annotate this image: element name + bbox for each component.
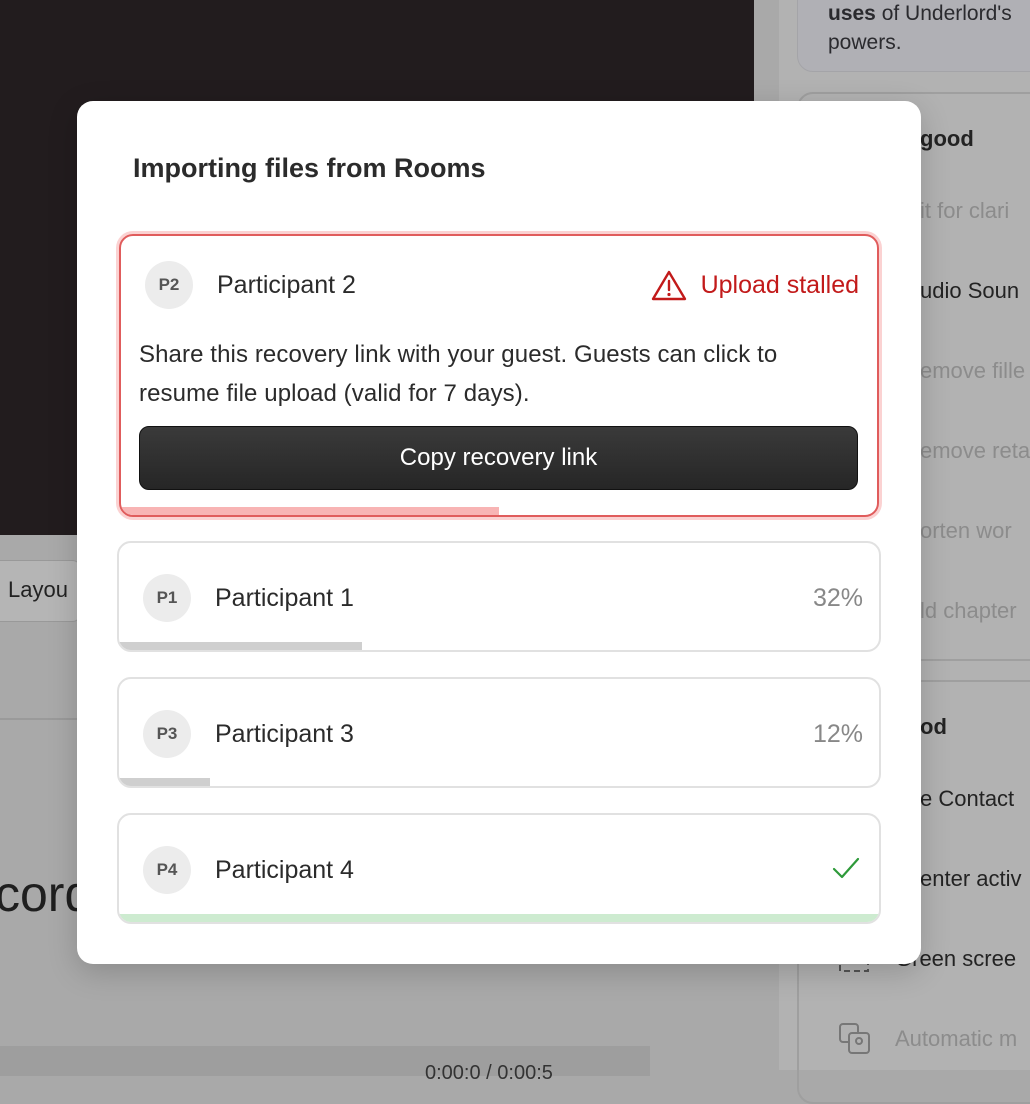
participant-name: Participant 2 [217, 271, 356, 299]
tool-item[interactable]: emove reta [920, 438, 1030, 464]
participant-avatar: P4 [143, 846, 191, 894]
checkmark-icon [832, 857, 860, 879]
participant-name: Participant 3 [215, 720, 354, 748]
upload-progress-bar [119, 778, 211, 786]
participant-avatar: P1 [143, 574, 191, 622]
tool-item[interactable]: enter activ [920, 866, 1022, 892]
underlord-tip-card: uses of Underlord's powers. [797, 0, 1030, 72]
participant-name: Participant 1 [215, 584, 354, 612]
participant-avatar: P2 [145, 261, 193, 309]
participant-card-stalled: P2 Participant 2 Upload stalled Share th… [119, 234, 879, 517]
import-files-modal: Importing files from Rooms P2 Participan… [77, 101, 921, 964]
participant-card-complete: P4 Participant 4 [117, 813, 881, 924]
status-text: Upload stalled [700, 270, 859, 299]
section-heading-1: good [920, 126, 974, 151]
tool-item[interactable]: orten wor [920, 518, 1012, 544]
participant-avatar: P3 [143, 710, 191, 758]
warning-icon [651, 270, 686, 301]
upload-progress-bar [119, 642, 363, 650]
upload-percent: 32% [812, 584, 863, 612]
automatic-multicam-icon [839, 1023, 870, 1054]
participant-name: Participant 4 [215, 856, 354, 884]
tool-item[interactable]: e Contact [920, 786, 1014, 812]
tool-item[interactable]: Automatic m [895, 1026, 1017, 1052]
layout-button-label: Layou [8, 577, 68, 602]
section-heading-2: od [920, 714, 947, 739]
upload-progress-bar [121, 507, 499, 515]
tool-item[interactable]: it for clari [920, 198, 1009, 224]
tip-text: uses of Underlord's powers. [828, 2, 1012, 54]
tool-item[interactable]: udio Soun [920, 278, 1019, 304]
upload-percent: 12% [812, 720, 863, 748]
copy-recovery-link-button[interactable]: Copy recovery link [139, 426, 858, 490]
modal-title: Importing files from Rooms [133, 153, 486, 183]
upload-progress-bar [119, 914, 879, 922]
upload-status: Upload stalled [651, 269, 859, 301]
tool-item[interactable]: ld chapter [920, 598, 1017, 624]
tool-item[interactable]: emove fille [920, 358, 1025, 384]
timecode: 0:00:0 / 0:00:5 [425, 1062, 553, 1084]
participant-card: P3 Participant 3 12% [117, 677, 881, 788]
participant-card: P1 Participant 1 32% [117, 541, 881, 652]
recovery-message: Share this recovery link with your guest… [139, 341, 778, 407]
